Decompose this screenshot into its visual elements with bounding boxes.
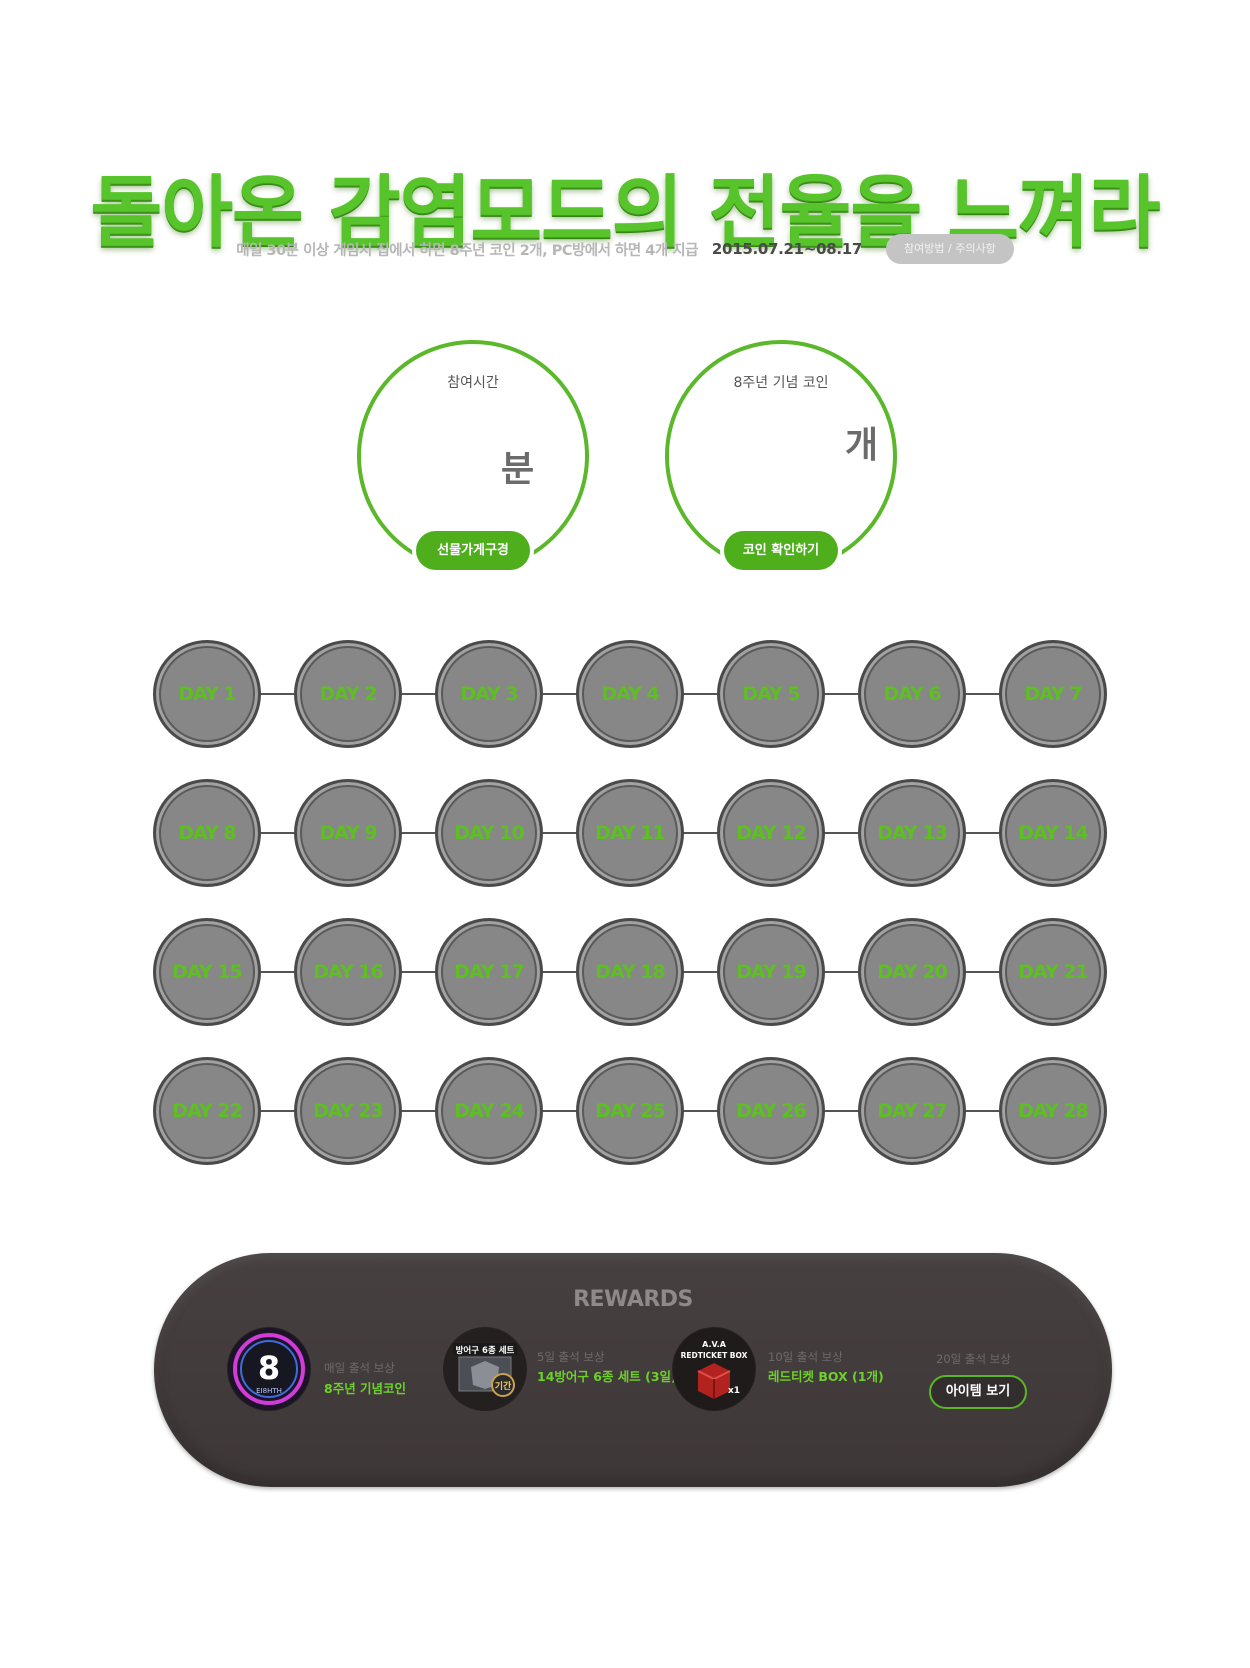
check-coin-button[interactable]: 코인 확인하기: [724, 531, 838, 570]
notice-button[interactable]: 참여방법 / 주의사항: [886, 234, 1014, 264]
day-stamp[interactable]: DAY 2: [294, 640, 402, 748]
reward-2-name: 14방어구 6종 세트 (3일): [537, 1369, 677, 1384]
day-stamp[interactable]: DAY 12: [717, 779, 825, 887]
rewards-title: REWARDS: [573, 1287, 693, 1312]
gift-shop-button[interactable]: 선물가게구경: [416, 531, 530, 570]
play-time-label: 참여시간: [447, 375, 499, 391]
eighth-coin-icon: 8 EI8HTH: [227, 1327, 311, 1411]
svg-text:방어구 6종 세트: 방어구 6종 세트: [456, 1345, 515, 1356]
day-stamp[interactable]: DAY 21: [999, 918, 1107, 1026]
day-stamp[interactable]: DAY 17: [435, 918, 543, 1026]
svg-text:EI8HTH: EI8HTH: [256, 1387, 282, 1395]
day-stamp[interactable]: DAY 5: [717, 640, 825, 748]
reward-3-name: 레드티켓 BOX (1개): [768, 1369, 884, 1384]
day-stamp[interactable]: DAY 23: [294, 1057, 402, 1165]
play-time-unit: 분: [501, 449, 535, 490]
event-date-range: 2015.07.21~08.17: [711, 240, 863, 258]
day-stamp[interactable]: DAY 6: [858, 640, 966, 748]
reward-1-caption: 매일 출석 보상: [324, 1361, 395, 1375]
day-stamp[interactable]: DAY 28: [999, 1057, 1107, 1165]
day-stamp[interactable]: DAY 18: [576, 918, 684, 1026]
reward-2-caption: 5일 출석 보상: [537, 1350, 605, 1364]
rewards-panel: REWARDS 8 EI8HTH 매일 출석 보상 8주년 기념코인 방어구 6…: [154, 1253, 1112, 1487]
day-stamp[interactable]: DAY 24: [435, 1057, 543, 1165]
day-row: DAY 15 DAY 16 DAY 17 DAY 18 DAY 19 DAY 20 DAY …: [153, 918, 1107, 1026]
day-stamp[interactable]: DAY 16: [294, 918, 402, 1026]
day-stamp[interactable]: DAY 10: [435, 779, 543, 887]
day-stamp[interactable]: DAY 11: [576, 779, 684, 887]
event-info-row: 매일 30분 이상 게임시 집에서 하면 8주년 코인 2개, PC방에서 하면…: [0, 234, 1250, 264]
day-row: DAY 8 DAY 9 DAY 10 DAY 11 DAY 12 DAY 13 DAY 14: [153, 779, 1107, 887]
day-stamp[interactable]: DAY 19: [717, 918, 825, 1026]
svg-text:REDTICKET BOX: REDTICKET BOX: [681, 1351, 748, 1360]
play-time-panel: 참여시간 분 선물가게구경: [357, 340, 589, 572]
day-stamp[interactable]: DAY 3: [435, 640, 543, 748]
view-items-button[interactable]: 아이템 보기: [929, 1375, 1027, 1409]
day-stamp[interactable]: DAY 7: [999, 640, 1107, 748]
coin-unit: 개: [845, 425, 879, 466]
svg-text:x1: x1: [728, 1386, 740, 1396]
day-stamp[interactable]: DAY 4: [576, 640, 684, 748]
reward-4-caption: 20일 출석 보상: [936, 1352, 1011, 1366]
day-stamp[interactable]: DAY 8: [153, 779, 261, 887]
svg-text:A.V.A: A.V.A: [702, 1340, 727, 1349]
coin-panel: 8주년 기념 코인 개 코인 확인하기: [665, 340, 897, 572]
coin-label: 8주년 기념 코인: [733, 375, 829, 391]
reward-1-name: 8주년 기념코인: [324, 1381, 407, 1396]
svg-text:8: 8: [258, 1349, 280, 1387]
armor-set-icon: 방어구 6종 세트 기간: [443, 1327, 527, 1411]
reward-3-caption: 10일 출석 보상: [768, 1350, 843, 1364]
day-stamp[interactable]: DAY 20: [858, 918, 966, 1026]
day-stamp[interactable]: DAY 25: [576, 1057, 684, 1165]
day-stamp[interactable]: DAY 9: [294, 779, 402, 887]
day-stamp[interactable]: DAY 1: [153, 640, 261, 748]
day-row: DAY 1 DAY 2 DAY 3 DAY 4 DAY 5 DAY 6 DAY 7: [153, 640, 1107, 748]
day-stamp[interactable]: DAY 26: [717, 1057, 825, 1165]
day-stamp[interactable]: DAY 14: [999, 779, 1107, 887]
day-stamp[interactable]: DAY 22: [153, 1057, 261, 1165]
svg-text:기간: 기간: [495, 1380, 512, 1392]
red-ticket-box-icon: A.V.A REDTICKET BOX x1: [672, 1327, 756, 1411]
day-row: DAY 22 DAY 23 DAY 24 DAY 25 DAY 26 DAY 27 DAY …: [153, 1057, 1107, 1165]
event-description: 매일 30분 이상 게임시 집에서 하면 8주년 코인 2개, PC방에서 하면…: [236, 242, 698, 259]
day-stamp[interactable]: DAY 27: [858, 1057, 966, 1165]
day-stamp[interactable]: DAY 13: [858, 779, 966, 887]
day-stamp[interactable]: DAY 15: [153, 918, 261, 1026]
